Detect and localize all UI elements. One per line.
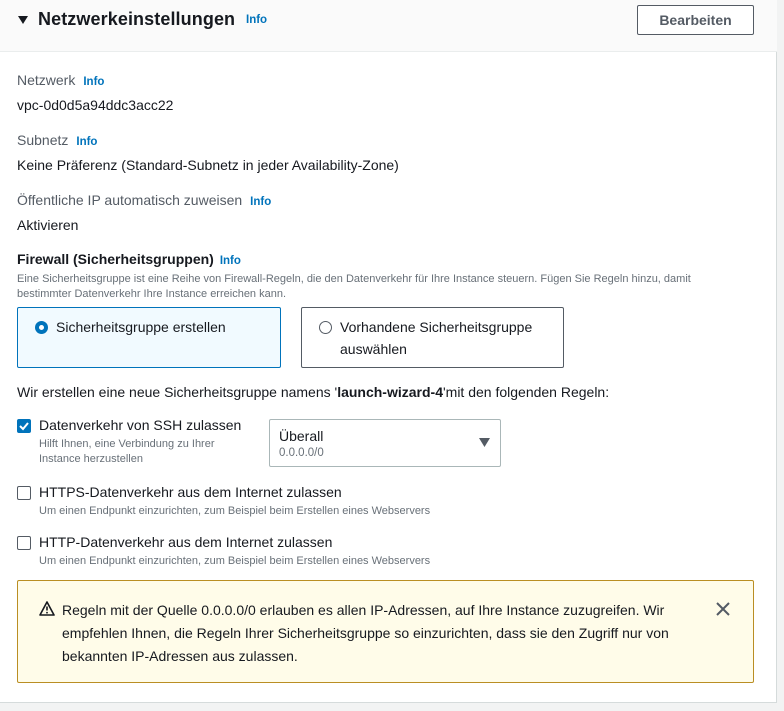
create-security-group-label: Sicherheitsgruppe erstellen bbox=[56, 319, 226, 335]
https-rule-description: Um einen Endpunkt einzurichten, zum Beis… bbox=[39, 505, 431, 517]
network-label-text: Netzwerk bbox=[17, 72, 76, 88]
ssh-rule-label[interactable]: Datenverkehr von SSH zulassen bbox=[39, 417, 241, 433]
panel-header: Netzwerkeinstellungen Info Bearbeiten bbox=[0, 0, 777, 52]
ssh-source-cidr: 0.0.0.0/0 bbox=[279, 447, 324, 459]
checkmark-icon bbox=[19, 422, 29, 431]
public-ip-label: Öffentliche IP automatisch zuweisen Info bbox=[17, 192, 271, 208]
warning-text: Regeln mit der Quelle 0.0.0.0/0 erlauben… bbox=[62, 602, 669, 664]
network-label: Netzwerk Info bbox=[17, 72, 104, 88]
https-checkbox[interactable] bbox=[17, 486, 31, 500]
caret-down-icon[interactable] bbox=[17, 14, 29, 26]
subnet-value: Keine Präferenz (Standard-Subnetz in jed… bbox=[17, 157, 399, 173]
edit-button[interactable]: Bearbeiten bbox=[637, 5, 754, 35]
existing-security-group-label: Vorhandene Sicherheitsgruppe auswählen bbox=[340, 319, 533, 357]
sentence-prefix: Wir erstellen eine neue Sicherheitsgrupp… bbox=[17, 384, 338, 400]
public-ip-label-text: Öffentliche IP automatisch zuweisen bbox=[17, 192, 243, 208]
section-title: Netzwerkeinstellungen bbox=[38, 9, 236, 29]
network-value: vpc-0d0d5a94ddc3acc22 bbox=[17, 97, 174, 113]
subnet-label-text: Subnetz bbox=[17, 132, 69, 148]
subnet-label: Subnetz Info bbox=[17, 132, 97, 148]
sentence-suffix: 'mit den folgenden Regeln: bbox=[442, 384, 610, 400]
ssh-source-select[interactable]: Überall 0.0.0.0/0 bbox=[269, 419, 501, 467]
close-icon[interactable] bbox=[716, 602, 730, 616]
https-rule-label[interactable]: HTTPS-Datenverkehr aus dem Internet zula… bbox=[39, 484, 342, 500]
firewall-info-link[interactable]: Info bbox=[220, 255, 241, 267]
security-group-sentence: Wir erstellen eine neue Sicherheitsgrupp… bbox=[17, 384, 609, 400]
public-ip-info-link[interactable]: Info bbox=[250, 196, 271, 208]
radio-selected-icon[interactable] bbox=[35, 321, 48, 334]
ssh-source-value: Überall bbox=[279, 428, 324, 444]
caret-down-icon bbox=[479, 438, 490, 447]
warning-icon bbox=[39, 601, 55, 616]
existing-security-group-tile[interactable]: Vorhandene Sicherheitsgruppe auswählen bbox=[301, 307, 564, 368]
create-security-group-tile[interactable]: Sicherheitsgruppe erstellen bbox=[17, 307, 281, 368]
network-settings-panel: Netzwerkeinstellungen Info Bearbeiten Ne… bbox=[0, 0, 777, 703]
security-group-name: launch-wizard-4 bbox=[337, 384, 443, 400]
ssh-rule-description: Hilft Ihnen, eine Verbindung zu Ihrer In… bbox=[39, 438, 215, 465]
http-checkbox[interactable] bbox=[17, 536, 31, 550]
warning-alert: Regeln mit der Quelle 0.0.0.0/0 erlauben… bbox=[17, 580, 754, 683]
subnet-info-link[interactable]: Info bbox=[76, 136, 97, 148]
http-rule-label[interactable]: HTTP-Datenverkehr aus dem Internet zulas… bbox=[39, 534, 332, 550]
ssh-checkbox[interactable] bbox=[17, 419, 31, 433]
network-info-link[interactable]: Info bbox=[83, 76, 104, 88]
public-ip-value: Aktivieren bbox=[17, 217, 79, 233]
section-info-link[interactable]: Info bbox=[246, 14, 267, 26]
firewall-title: Firewall (Sicherheitsgruppen) Info bbox=[17, 251, 241, 267]
http-rule-description: Um einen Endpunkt einzurichten, zum Beis… bbox=[39, 555, 431, 567]
firewall-description: Eine Sicherheitsgruppe ist eine Reihe vo… bbox=[17, 273, 691, 300]
radio-unselected-icon[interactable] bbox=[319, 321, 332, 334]
firewall-title-text: Firewall (Sicherheitsgruppen) bbox=[17, 251, 214, 267]
